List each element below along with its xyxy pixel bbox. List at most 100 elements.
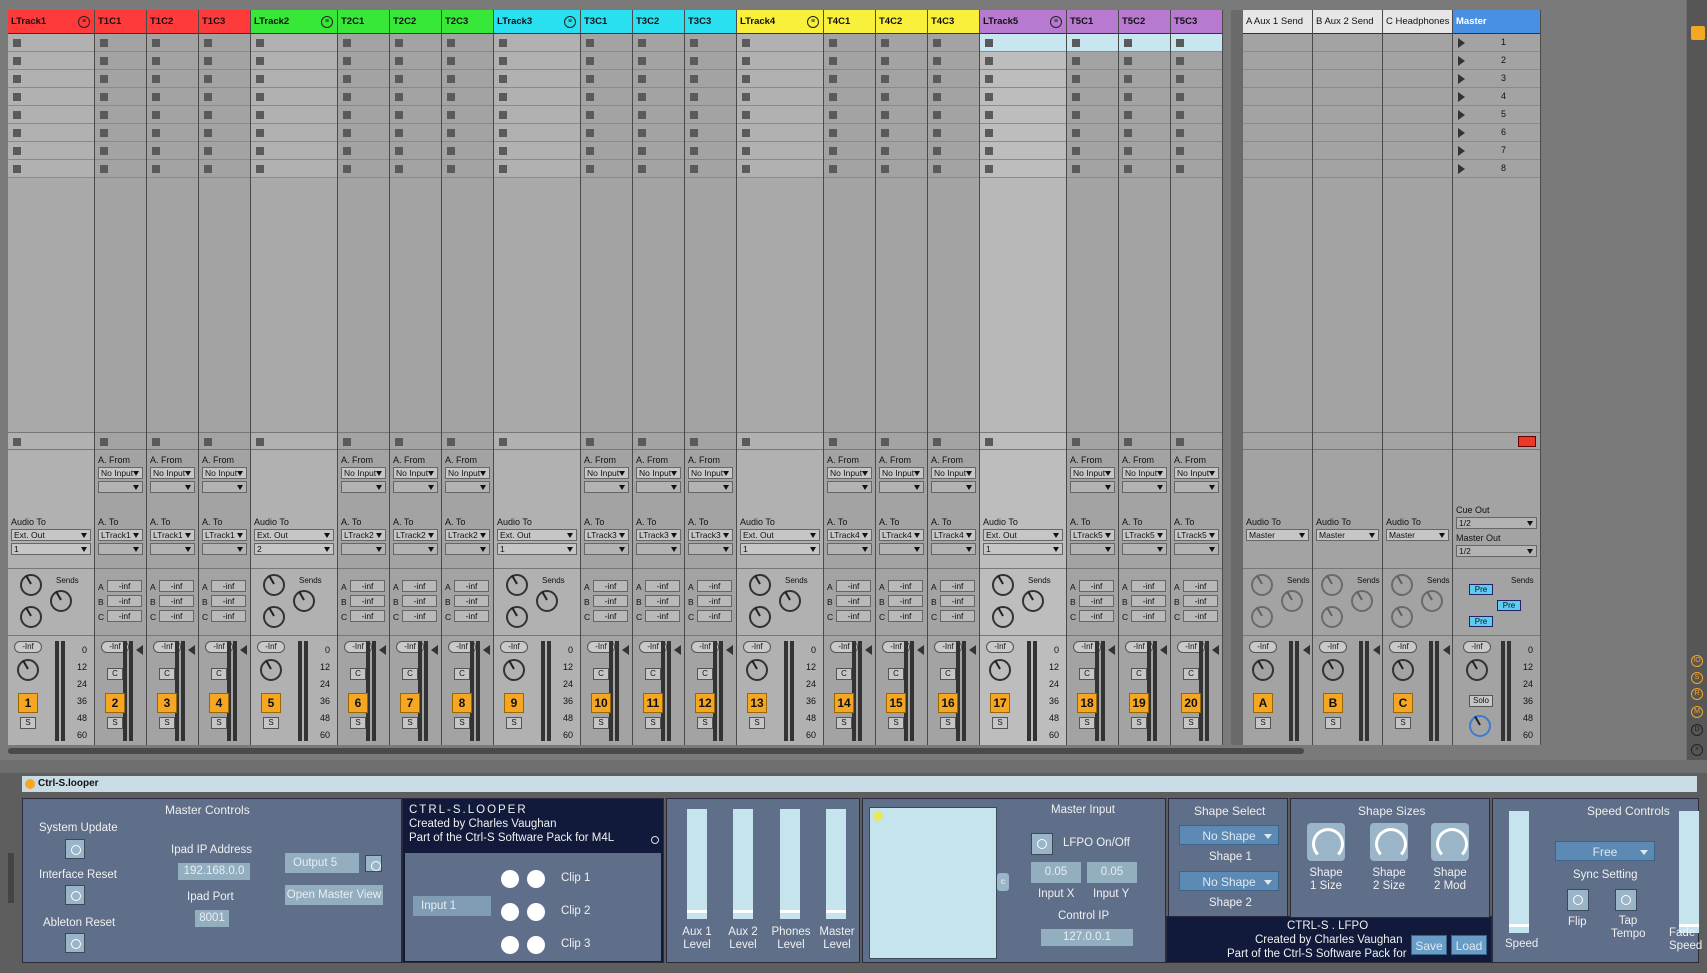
clip-slot[interactable] — [95, 88, 146, 106]
clip-slot[interactable] — [633, 142, 684, 160]
send-1-value[interactable]: -inf — [940, 595, 975, 607]
clip-slot[interactable] — [442, 124, 493, 142]
stop-icon[interactable] — [256, 147, 264, 155]
scene-slot-7[interactable]: 7 — [1453, 142, 1540, 160]
device-title[interactable]: Ctrl-S.looper — [22, 776, 1697, 792]
stop-icon[interactable] — [690, 39, 698, 47]
clip-stop-slot[interactable] — [685, 432, 736, 450]
clip-slot[interactable] — [685, 88, 736, 106]
stop-icon[interactable] — [1124, 165, 1132, 173]
stop-icon[interactable] — [152, 129, 160, 137]
clip-slot[interactable] — [737, 88, 823, 106]
clip-slot[interactable] — [876, 142, 927, 160]
fade-speed-slider[interactable] — [1679, 811, 1699, 933]
stop-icon[interactable] — [1176, 147, 1184, 155]
stop-button-icon[interactable] — [447, 438, 455, 446]
clip-stop-slot[interactable] — [1067, 432, 1118, 450]
clip-slot[interactable] — [581, 88, 632, 106]
send-0-value[interactable]: -inf — [402, 580, 437, 592]
audio-to-select[interactable]: LTrack1 — [202, 529, 247, 541]
clip-slot[interactable] — [980, 106, 1066, 124]
audio-to-select[interactable]: Ext. Out — [983, 529, 1063, 541]
audio-from-select[interactable]: No Input — [393, 467, 438, 479]
stop-icon[interactable] — [395, 147, 403, 155]
track-header[interactable]: T1C2 — [147, 10, 198, 34]
load-button[interactable]: Load — [1451, 935, 1487, 955]
stop-icon[interactable] — [985, 39, 993, 47]
sync-mode-select[interactable]: Free — [1555, 841, 1655, 861]
cue-button[interactable]: C — [350, 668, 366, 680]
input-channel-select[interactable] — [931, 481, 976, 493]
clip-slot[interactable] — [1313, 34, 1382, 52]
track-activator-6[interactable]: 6 — [348, 693, 368, 713]
stop-icon[interactable] — [499, 39, 507, 47]
stop-icon[interactable] — [256, 111, 264, 119]
stop-icon[interactable] — [985, 165, 993, 173]
aux2-level-slider[interactable] — [733, 809, 753, 919]
stop-icon[interactable] — [343, 75, 351, 83]
input-channel-select[interactable] — [150, 481, 195, 493]
clip-slot[interactable] — [442, 34, 493, 52]
open-master-view-button[interactable]: Open Master View — [285, 885, 383, 905]
clip-stop-slot[interactable] — [581, 432, 632, 450]
clip-slot[interactable] — [147, 106, 198, 124]
stop-icon[interactable] — [638, 111, 646, 119]
ipad-ip-field[interactable]: 192.168.0.0 — [178, 863, 250, 880]
clip-slot[interactable] — [1383, 106, 1452, 124]
stop-button-icon[interactable] — [829, 438, 837, 446]
solo-button[interactable]: S — [1079, 717, 1095, 729]
send-1-value[interactable]: -inf — [836, 595, 871, 607]
clip-slot[interactable] — [633, 160, 684, 178]
stop-icon[interactable] — [742, 165, 750, 173]
track-header[interactable]: LTrack1 ≡ — [8, 10, 94, 34]
stop-icon[interactable] — [742, 39, 750, 47]
audio-from-select[interactable]: No Input — [879, 467, 924, 479]
stop-icon[interactable] — [499, 93, 507, 101]
clip-slot[interactable] — [633, 52, 684, 70]
clip-slot[interactable] — [147, 124, 198, 142]
volume-arrow-icon[interactable] — [969, 645, 976, 655]
clip-slot[interactable] — [633, 124, 684, 142]
send-b-knob[interactable] — [50, 590, 72, 612]
stop-icon[interactable] — [1072, 165, 1080, 173]
clip-slot[interactable] — [494, 70, 580, 88]
clip-slot[interactable] — [581, 34, 632, 52]
send-0-value[interactable]: -inf — [940, 580, 975, 592]
clip-slot[interactable] — [1171, 160, 1222, 178]
send-1-value[interactable]: -inf — [159, 595, 194, 607]
volume-arrow-icon[interactable] — [622, 645, 629, 655]
stop-button-icon[interactable] — [742, 438, 750, 446]
stop-button-icon[interactable] — [343, 438, 351, 446]
output-channel-select[interactable] — [688, 543, 733, 555]
output-toggle[interactable] — [365, 855, 382, 872]
clip-slot[interactable] — [1313, 160, 1382, 178]
track-activator-5[interactable]: 5 — [261, 693, 281, 713]
clip-slot[interactable] — [199, 52, 250, 70]
send-a-knob[interactable] — [20, 574, 42, 596]
track-activator-3[interactable]: 3 — [157, 693, 177, 713]
input-channel-select[interactable] — [445, 481, 490, 493]
clip-slot[interactable] — [1243, 106, 1312, 124]
horizontal-scrollbar[interactable] — [8, 748, 1304, 754]
stop-icon[interactable] — [395, 165, 403, 173]
clip-slot[interactable] — [1119, 52, 1170, 70]
track-header[interactable]: T2C2 — [390, 10, 441, 34]
clip-slot[interactable] — [581, 52, 632, 70]
pan-knob[interactable] — [1466, 659, 1488, 681]
audio-from-select[interactable]: No Input — [636, 467, 681, 479]
clip-slot[interactable] — [95, 106, 146, 124]
scene-slot-2[interactable]: 2 — [1453, 52, 1540, 70]
solo-button[interactable]: S — [1325, 717, 1341, 729]
volume-arrow-icon[interactable] — [674, 645, 681, 655]
volume-arrow-icon[interactable] — [1373, 645, 1380, 655]
audio-from-select[interactable]: No Input — [827, 467, 872, 479]
track-activator-20[interactable]: 20 — [1181, 693, 1201, 713]
track-activator-17[interactable]: 17 — [990, 693, 1010, 713]
stop-button-icon[interactable] — [152, 438, 160, 446]
fold-icon[interactable]: ≡ — [78, 16, 90, 28]
audio-to-select[interactable]: LTrack2 — [341, 529, 386, 541]
output-channel-select[interactable]: 1 — [740, 543, 820, 555]
clip-slot[interactable] — [824, 160, 875, 178]
send-1-value[interactable]: -inf — [1079, 595, 1114, 607]
clip-slot[interactable] — [8, 142, 94, 160]
